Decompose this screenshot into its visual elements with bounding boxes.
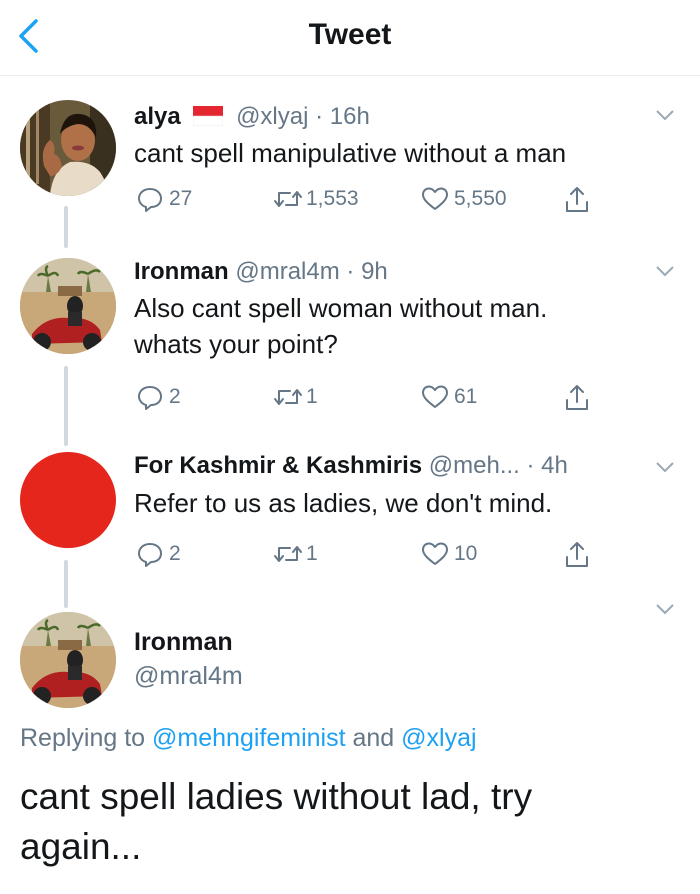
handle-text: @mral4m — [134, 662, 243, 690]
thread-line — [64, 366, 68, 446]
tweet-text-line: Also cant spell woman without man. — [134, 293, 548, 323]
mention-link[interactable]: @mehngifeminist — [152, 724, 346, 752]
display-name[interactable]: For Kashmir & Kashmiris — [134, 452, 422, 479]
chevron-down-icon[interactable] — [655, 602, 675, 616]
heart-icon — [422, 542, 448, 565]
avatar-photo — [20, 100, 116, 196]
thread-line — [64, 560, 68, 608]
separator: · — [526, 452, 535, 479]
retweet-icon — [274, 546, 302, 562]
reply-button[interactable]: 2 — [136, 540, 181, 568]
retweet-count: 1 — [306, 385, 318, 408]
tweet-header: alya @xlyaj · 16h — [134, 103, 370, 131]
retweet-icon — [274, 389, 302, 405]
handle[interactable]: @xlyaj — [236, 103, 308, 130]
page-title: Tweet — [308, 18, 392, 51]
handle[interactable]: @meh... — [429, 452, 520, 479]
chevron-down-icon[interactable] — [655, 108, 675, 122]
display-name[interactable]: Ironman — [134, 628, 233, 657]
handle[interactable]: @mral4m — [134, 662, 243, 691]
replying-and: and — [352, 724, 395, 752]
avatar[interactable] — [20, 258, 116, 354]
tweet-text: cant spell manipulative without a man — [134, 138, 567, 168]
display-name-text: Ironman — [134, 628, 233, 656]
indonesia-flag-icon — [193, 106, 224, 127]
share-icon — [566, 187, 588, 212]
reply-count: 2 — [169, 385, 181, 408]
reply-button[interactable]: 2 — [136, 383, 181, 411]
tweet-header: Ironman @mral4m · 9h — [134, 258, 388, 286]
share-icon — [566, 385, 588, 410]
main-tweet-text: cant spell ladies without lad, try again… — [20, 772, 660, 872]
heart-icon — [422, 385, 448, 408]
retweet-button[interactable]: 1,553 — [272, 185, 359, 213]
timestamp[interactable]: 4h — [541, 452, 568, 479]
retweet-icon — [274, 191, 302, 207]
chevron-down-icon[interactable] — [655, 460, 675, 474]
retweet-button[interactable]: 1 — [272, 383, 318, 411]
separator: · — [346, 258, 355, 285]
like-button[interactable]: 5,550 — [420, 185, 507, 213]
avatar-photo — [20, 612, 116, 708]
chevron-down-icon[interactable] — [655, 264, 675, 278]
tweet-text: Also cant spell woman without man. whats… — [134, 290, 674, 362]
share-button[interactable] — [562, 185, 592, 215]
share-button[interactable] — [562, 540, 592, 570]
tweet-header: For Kashmir & Kashmiris @meh... · 4h — [134, 452, 568, 480]
main-tweet-text-line: again... — [20, 826, 142, 867]
display-name[interactable]: alya — [134, 103, 181, 130]
reply-count: 2 — [169, 542, 181, 565]
like-button[interactable]: 10 — [420, 540, 477, 568]
separator: · — [315, 103, 324, 130]
tweet-text: Refer to us as ladies, we don't mind. — [134, 488, 553, 518]
retweet-button[interactable]: 1 — [272, 540, 318, 568]
reply-button[interactable]: 27 — [136, 185, 192, 213]
timestamp[interactable]: 9h — [361, 258, 388, 285]
share-button[interactable] — [562, 383, 592, 413]
avatar[interactable] — [20, 452, 116, 548]
top-bar: Tweet — [0, 0, 700, 76]
display-name[interactable]: Ironman — [134, 258, 229, 285]
reply-icon — [138, 386, 162, 410]
handle[interactable]: @mral4m — [235, 258, 339, 285]
avatar[interactable] — [20, 612, 116, 708]
timestamp[interactable]: 16h — [330, 103, 370, 130]
avatar-photo — [20, 258, 116, 354]
reply-count: 27 — [169, 187, 193, 210]
heart-icon — [422, 187, 448, 210]
main-tweet-text-line: cant spell ladies without lad, try — [20, 776, 533, 817]
like-count: 5,550 — [454, 187, 507, 210]
retweet-count: 1 — [306, 542, 318, 565]
thread-line — [64, 206, 68, 248]
tweet-text-line: whats your point? — [134, 329, 338, 359]
replying-to: Replying to @mehngifeminist and @xlyaj — [20, 724, 477, 753]
reply-icon — [138, 188, 162, 212]
like-count: 61 — [454, 385, 478, 408]
replying-prefix: Replying to — [20, 724, 146, 752]
retweet-count: 1,553 — [306, 187, 359, 210]
mention-link[interactable]: @xlyaj — [401, 724, 476, 752]
reply-icon — [138, 543, 162, 567]
avatar[interactable] — [20, 100, 116, 196]
like-button[interactable]: 61 — [420, 383, 477, 411]
like-count: 10 — [454, 542, 478, 565]
share-icon — [566, 542, 588, 567]
